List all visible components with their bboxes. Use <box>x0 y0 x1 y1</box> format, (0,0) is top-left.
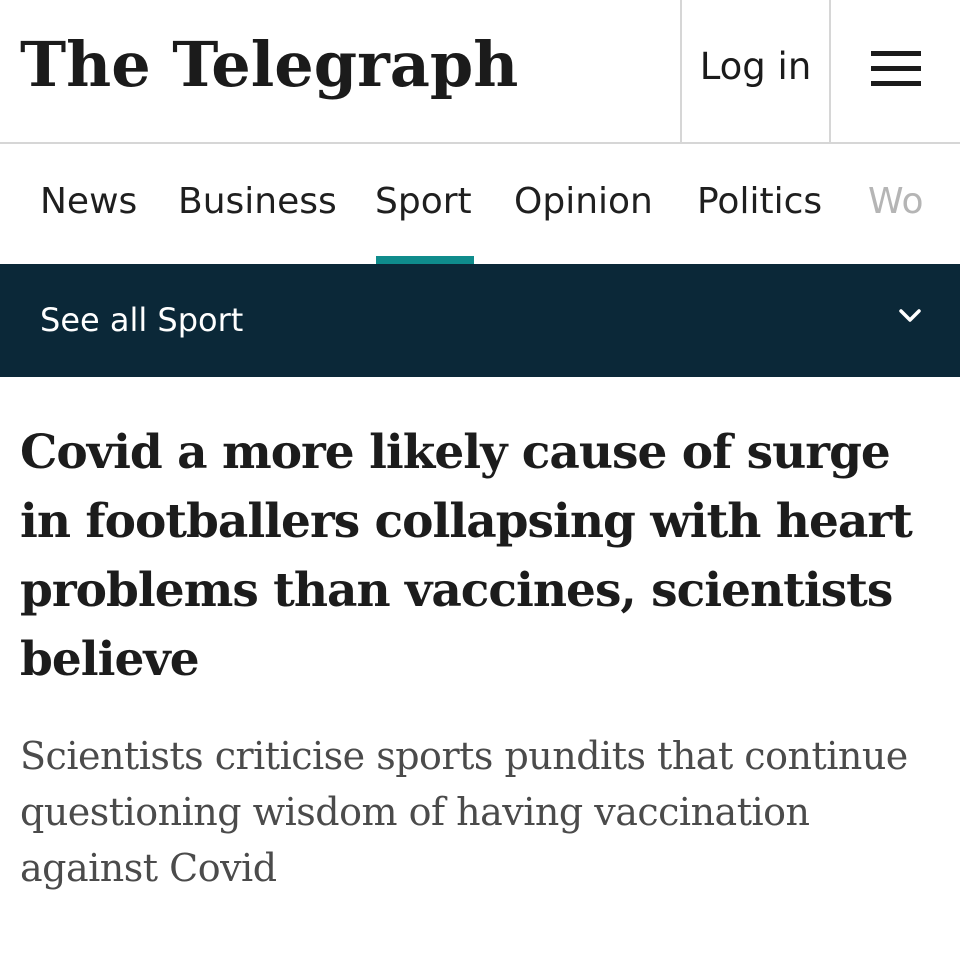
login-button[interactable]: Log in <box>680 0 831 142</box>
nav-item-business[interactable]: Business <box>178 180 337 224</box>
nav-item-news[interactable]: News <box>40 180 137 224</box>
article-standfirst: Scientists criticise sports pundits that… <box>20 734 908 890</box>
see-all-sport-label: See all Sport <box>40 301 244 339</box>
nav-item-politics[interactable]: Politics <box>697 180 822 224</box>
nav-item-world[interactable]: Wo <box>868 180 924 224</box>
login-label: Log in <box>699 44 812 88</box>
article-headline: Covid a more likely cause of surge in fo… <box>20 425 913 687</box>
masthead: The Telegraph Log in <box>0 0 960 144</box>
nav-item-sport[interactable]: Sport <box>375 180 472 224</box>
nav-item-opinion[interactable]: Opinion <box>514 180 653 224</box>
see-all-sport-dropdown[interactable]: See all Sport <box>0 264 960 377</box>
active-tab-indicator <box>376 256 474 264</box>
chevron-down-icon <box>899 309 921 322</box>
menu-button[interactable] <box>831 0 960 142</box>
primary-nav: News Business Sport Opinion Politics Wo <box>0 146 960 264</box>
telegraph-logo[interactable]: The Telegraph <box>20 22 518 108</box>
hamburger-menu-icon <box>870 51 921 87</box>
